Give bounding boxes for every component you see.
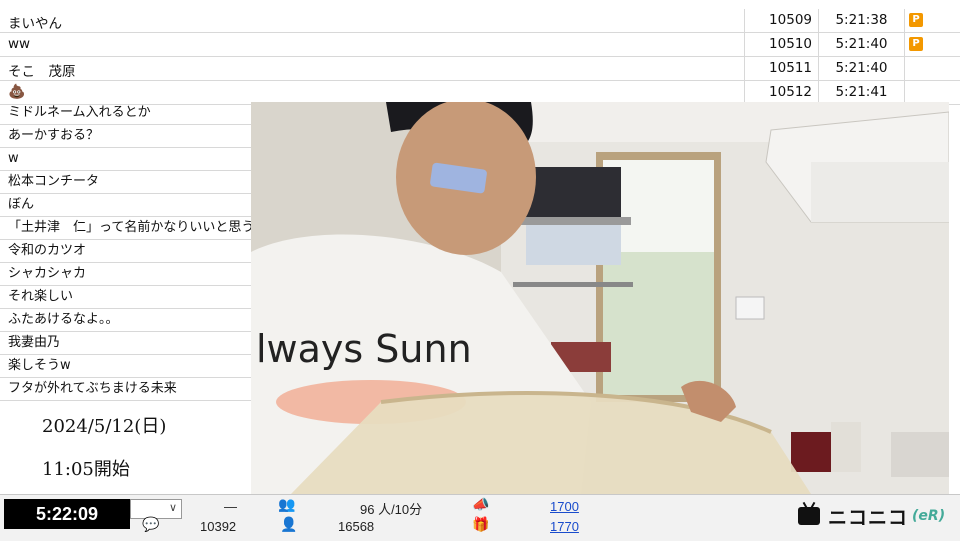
comment-number: 10509	[744, 9, 816, 32]
comment-row[interactable]: まいやん 10509 5:21:38 P	[0, 9, 960, 33]
premium-badge-icon: P	[909, 13, 923, 27]
list-item[interactable]: ぼん	[0, 194, 251, 217]
viewer-rate: 96 人/10分	[360, 502, 423, 517]
comment-row[interactable]: そこ 茂原 10511 5:21:40	[0, 57, 960, 81]
list-item[interactable]: それ楽しい	[0, 286, 251, 309]
list-item[interactable]: 松本コンチータ	[0, 171, 251, 194]
list-item[interactable]: ふたあけるなよ。。	[0, 309, 251, 332]
shirt-text: lways Sunn	[256, 327, 472, 371]
comment-count: 10392	[200, 519, 237, 534]
gift-icon: 🎁	[472, 517, 490, 533]
comment-time: 5:21:40	[818, 57, 904, 80]
comment-number: 10511	[744, 57, 816, 80]
list-item[interactable]: あーかすおる？	[0, 125, 251, 148]
ad-icon: 📣	[472, 497, 490, 513]
comment-icon: 💬	[142, 517, 160, 533]
elapsed-timer: 5:22:09	[4, 499, 130, 529]
viewer-icon: 👥	[278, 497, 296, 513]
speed-dropdown[interactable]: ∨	[130, 499, 182, 519]
comment-text: そこ 茂原	[8, 64, 76, 80]
gift-points-link[interactable]: 1770	[550, 519, 579, 534]
premium-cell: P	[904, 33, 960, 56]
tv-icon	[798, 507, 820, 525]
logo-text: ニコニコ	[828, 506, 909, 529]
side-comment-list: ミドルネーム入れるとか あーかすおる？ w 松本コンチータ ぼん 「土井津 仁」…	[0, 102, 251, 401]
comment-time: 5:21:38	[818, 9, 904, 32]
broadcast-date: 2024/5/12(日)	[42, 416, 167, 437]
list-item[interactable]: シャカシャカ	[0, 263, 251, 286]
comment-text: まいやん	[8, 16, 62, 32]
logo-suffix: (eR)	[912, 508, 946, 524]
niconico-logo[interactable]: ニコニコ (eR)	[798, 503, 945, 529]
broadcast-start-time: 11:05開始	[42, 459, 130, 480]
premium-badge-icon: P	[909, 37, 923, 51]
list-item[interactable]: フタが外れてぶちまける未来	[0, 378, 251, 401]
list-item[interactable]: 我妻由乃	[0, 332, 251, 355]
chevron-down-icon: ∨	[168, 501, 177, 514]
comment-time: 5:21:41	[818, 81, 904, 104]
ad-points-link[interactable]: 1700	[550, 499, 579, 514]
premium-cell	[904, 81, 960, 104]
premium-cell: P	[904, 9, 960, 32]
total-viewers: 16568	[338, 519, 375, 534]
comment-row[interactable]: ww 10510 5:21:40 P	[0, 33, 960, 57]
poop-emoji-icon: 💩	[8, 84, 26, 100]
comment-number: 10512	[744, 81, 816, 104]
video-frame: lways Sunn	[251, 102, 949, 494]
dash-value: —	[224, 499, 237, 514]
comment-time: 5:21:40	[818, 33, 904, 56]
comment-number: 10510	[744, 33, 816, 56]
user-icon: 👤	[280, 517, 298, 533]
top-comment-list: まいやん 10509 5:21:38 P ww 10510 5:21:40 P …	[0, 9, 960, 105]
list-item[interactable]: ミドルネーム入れるとか	[0, 102, 251, 125]
video-player[interactable]: lways Sunn	[251, 102, 949, 494]
list-item[interactable]: 「土井津 仁」って名前かなりいいと思う	[0, 217, 251, 240]
list-item[interactable]: 楽しそうw	[0, 355, 251, 378]
premium-cell	[904, 57, 960, 80]
list-item[interactable]: w	[0, 148, 251, 171]
comment-text: ww	[8, 36, 31, 52]
status-bar: 5:22:09 ∨ 💬 — 10392 👥 👤 96 人/10分 16568 📣…	[0, 494, 960, 541]
comment-text: 💩	[8, 84, 25, 100]
list-item[interactable]: 令和のカツオ	[0, 240, 251, 263]
